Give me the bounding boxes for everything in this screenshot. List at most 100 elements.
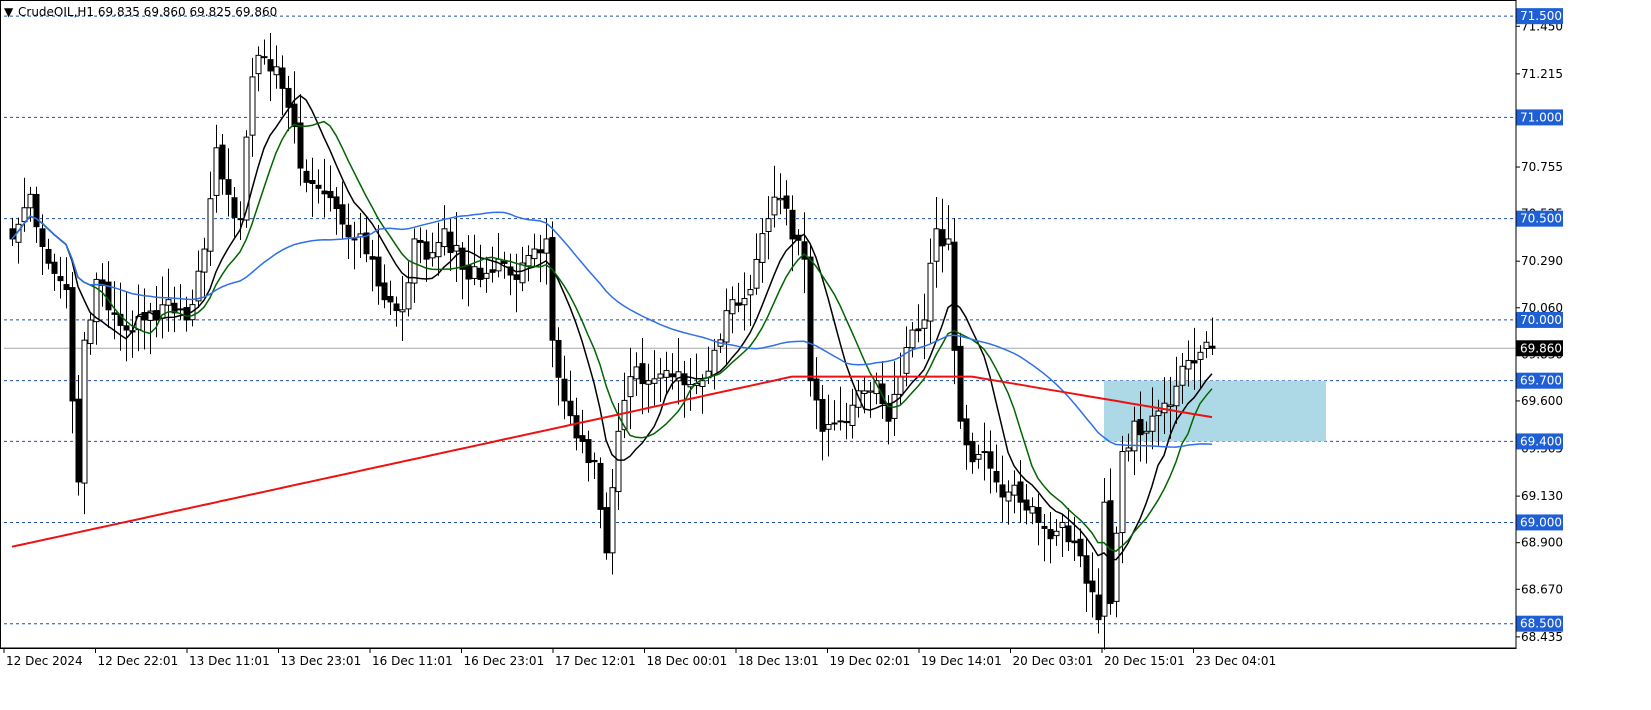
candle-body (645, 380, 652, 385)
level-label-text: 68.500 (1520, 617, 1562, 631)
candle (363, 216, 370, 263)
candle (681, 360, 688, 418)
candle (993, 444, 1000, 493)
candle-body (1041, 525, 1048, 529)
chart-symbol-info: CrudeOIL,H1 69.835 69.860 69.825 69.860 (18, 5, 277, 19)
candle-body (897, 376, 904, 395)
candle-body (657, 373, 664, 379)
candle (723, 288, 730, 366)
price-tick-label: 69.130 (1521, 489, 1563, 503)
candle-body (435, 242, 442, 258)
candle (747, 274, 754, 326)
candle (729, 286, 736, 334)
candle-body (1077, 538, 1084, 557)
candle (255, 46, 262, 92)
candle-body (447, 231, 454, 254)
candle-body (1155, 410, 1162, 417)
candle-body (627, 376, 634, 398)
candle-body (39, 228, 46, 247)
candle-body (1113, 532, 1120, 602)
candle (441, 205, 448, 256)
time-tick-label: 12 Dec 22:01 (98, 654, 179, 668)
candle-body (477, 267, 484, 280)
candle (777, 173, 784, 215)
candle (273, 45, 280, 89)
candle-body (1035, 506, 1042, 523)
header-arrow-icon[interactable]: ▼ (4, 5, 14, 19)
candle-body (69, 287, 76, 402)
time-tick-label: 13 Dec 11:01 (189, 654, 270, 668)
price-chart[interactable]: 71.45071.21570.75570.52570.29070.06069.8… (0, 0, 1651, 706)
current-price-label: 69.860 (1516, 340, 1563, 357)
candle-body (201, 248, 208, 273)
level-label: 69.700 (1516, 372, 1563, 389)
candle-body (261, 56, 268, 59)
level-label-text: 71.000 (1520, 110, 1562, 124)
candle-body (381, 282, 388, 301)
candle-body (1179, 365, 1186, 386)
candle-body (1119, 451, 1126, 534)
candle (921, 293, 928, 360)
candle (549, 221, 556, 368)
candle-body (651, 378, 658, 384)
candle-body (1209, 345, 1216, 349)
candle (123, 292, 130, 362)
candle (165, 268, 172, 332)
candle-body (87, 319, 94, 345)
level-label: 69.400 (1516, 433, 1563, 450)
candle-body (285, 87, 292, 108)
candle-body (75, 398, 82, 483)
candle (759, 218, 766, 283)
candle-body (969, 440, 976, 463)
candle (1017, 460, 1024, 523)
candle (327, 165, 334, 212)
candle-body (603, 507, 610, 554)
candle-body (711, 349, 718, 376)
candle (423, 229, 430, 282)
candle-body (669, 373, 676, 378)
candle (315, 169, 322, 204)
candle-body (441, 228, 448, 248)
candle (387, 280, 394, 316)
candle (1035, 493, 1042, 546)
candle (633, 352, 640, 396)
candle (879, 361, 886, 419)
candle-body (915, 328, 922, 332)
candle (591, 452, 598, 480)
candle-body (267, 59, 274, 72)
candle-body (573, 415, 580, 439)
candle (57, 256, 64, 299)
candle-body (765, 218, 772, 232)
candle-body (687, 384, 694, 388)
candle (465, 235, 472, 307)
candle-body (123, 325, 130, 331)
price-tick-label: 68.900 (1521, 536, 1563, 550)
candle-body (27, 193, 34, 209)
time-tick-label: 20 Dec 15:01 (1104, 654, 1185, 668)
candle (1209, 317, 1216, 356)
candle (33, 186, 40, 243)
candle-body (1107, 500, 1114, 604)
candle (429, 232, 436, 267)
candle-body (951, 241, 958, 351)
candle (855, 380, 862, 418)
candle-body (1023, 499, 1030, 511)
level-label-text: 69.400 (1520, 434, 1562, 448)
candle-body (1203, 341, 1210, 349)
candle-body (819, 398, 826, 432)
level-label-text: 70.000 (1520, 313, 1562, 327)
candle-body (681, 373, 688, 386)
candle-body (1137, 418, 1144, 436)
candle-body (465, 264, 472, 280)
candle-body (1059, 521, 1066, 528)
level-label: 69.000 (1516, 514, 1563, 531)
candle (477, 244, 484, 288)
candle (459, 241, 466, 300)
candle (159, 276, 166, 339)
candle (837, 386, 844, 431)
candle-body (771, 196, 778, 216)
candle (939, 198, 946, 273)
candle-body (57, 276, 64, 282)
candle (69, 271, 76, 434)
candle-body (1065, 525, 1072, 543)
